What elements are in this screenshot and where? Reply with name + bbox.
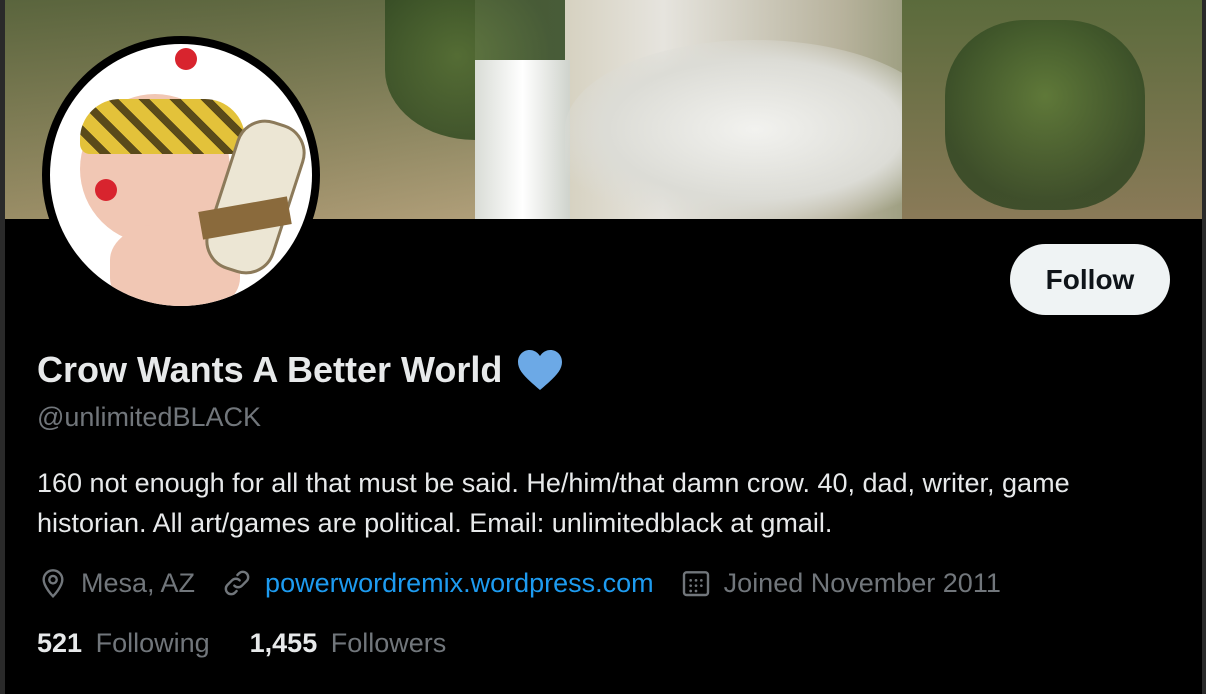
banner-mist (565, 40, 945, 219)
avatar-nose (95, 179, 117, 201)
blue-heart-icon (516, 348, 564, 392)
followers-label: Followers (330, 628, 447, 658)
calendar-icon (682, 571, 709, 597)
following-stat[interactable]: 521 Following (37, 628, 210, 659)
profile-location: Mesa, AZ (37, 567, 195, 599)
website-link[interactable]: powerwordremix.wordpress.com (265, 568, 654, 599)
avatar-image (50, 44, 312, 306)
display-name: Crow Wants A Better World (37, 349, 503, 390)
followers-stat[interactable]: 1,455 Followers (250, 628, 447, 659)
follow-button[interactable]: Follow (1010, 244, 1170, 315)
profile-name-row: Crow Wants A Better World (37, 348, 564, 392)
banner-waterfall (475, 60, 570, 219)
joined-text: Joined November 2011 (723, 567, 1001, 598)
profile-website[interactable]: powerwordremix.wordpress.com (221, 567, 654, 599)
avatar[interactable] (42, 36, 320, 314)
following-count: 521 (37, 628, 83, 658)
profile-page: Follow Crow Wants A Better World @unlimi… (5, 0, 1202, 694)
profile-joined: Joined November 2011 (680, 567, 1001, 599)
profile-meta: Mesa, AZ powerwordremix.wordpress.com Jo… (37, 567, 1027, 599)
link-icon (224, 570, 250, 596)
followers-count: 1,455 (249, 628, 318, 658)
profile-bio: 160 not enough for all that must be said… (37, 468, 1070, 538)
profile-handle: @unlimitedBLACK (37, 402, 262, 432)
location-text: Mesa, AZ (81, 567, 196, 598)
location-pin-icon (42, 569, 64, 599)
avatar-pompom (175, 48, 197, 70)
profile-stats: 521 Following 1,455 Followers (37, 628, 486, 659)
banner-trees-right (945, 20, 1145, 210)
avatar-bandana (80, 99, 245, 154)
following-label: Following (95, 628, 210, 658)
